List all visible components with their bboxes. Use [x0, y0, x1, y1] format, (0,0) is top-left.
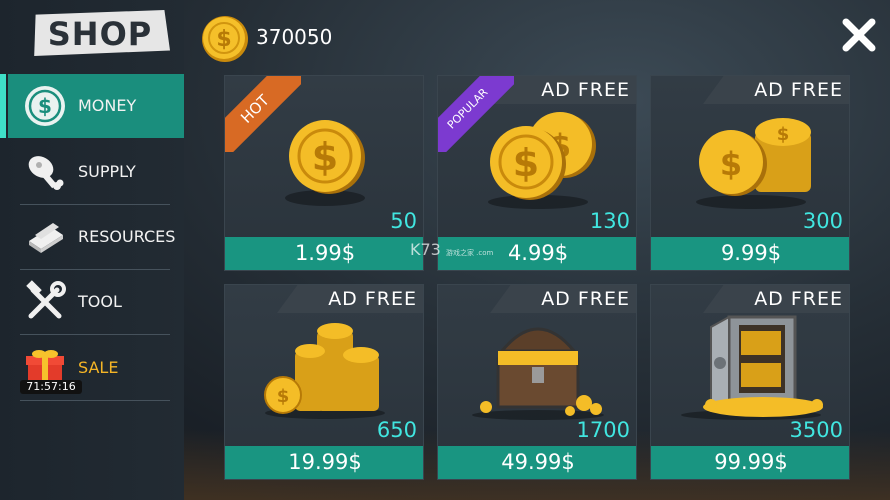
watermark-sub: 游戏之家 .com	[445, 249, 494, 257]
safe-with-gold-art	[681, 315, 823, 420]
coin-icon: $	[22, 84, 68, 128]
coin-amount: 1700	[576, 418, 630, 442]
two-coins-art: $ $	[488, 112, 596, 209]
nav-item-sale[interactable]: SALE 71:57:16	[8, 336, 184, 400]
shop-card-650[interactable]: AD FREE $ 650 19.99$	[224, 284, 424, 480]
buy-price-button[interactable]: 9.99$	[651, 237, 849, 270]
ad-free-badge: AD FREE	[277, 285, 423, 313]
nav-label-supply: SUPPLY	[78, 162, 136, 181]
shop-title: SHOP	[47, 15, 153, 53]
sale-timer: 71:57:16	[20, 380, 82, 394]
svg-text:$: $	[777, 124, 790, 145]
nav-label-sale: SALE	[78, 358, 119, 377]
nav-item-tool[interactable]: TOOL	[8, 270, 184, 334]
planks-icon	[22, 215, 68, 259]
buy-price-button[interactable]: 1.99$	[225, 237, 423, 270]
buy-price-button[interactable]: 99.99$	[651, 446, 849, 479]
shop-card-300[interactable]: AD FREE $ $ 300 9.99$	[650, 75, 850, 271]
shop-card-1700[interactable]: AD FREE 1700 49.99$	[437, 284, 637, 480]
nav-label-tool: TOOL	[78, 292, 122, 311]
nav-item-supply[interactable]: SUPPLY	[8, 140, 184, 204]
close-button[interactable]	[836, 12, 882, 58]
coin-amount: 300	[802, 209, 843, 233]
buy-price-button[interactable]: 19.99$	[225, 446, 423, 479]
ad-free-badge: AD FREE	[703, 76, 849, 104]
sidebar: SHOP $ MONEY SUPPLY RESOURCES TOOL SALE …	[0, 0, 184, 500]
meat-icon	[22, 150, 68, 194]
coin-amount: 650	[376, 418, 417, 442]
svg-text:$: $	[513, 141, 539, 185]
nav-item-money[interactable]: $ MONEY	[0, 74, 184, 138]
ad-free-badge: AD FREE	[490, 285, 636, 313]
nav-divider	[20, 334, 170, 335]
coin-amount: 130	[589, 209, 630, 233]
svg-text:$: $	[312, 135, 338, 179]
wrench-hammer-icon	[22, 280, 68, 324]
nav-item-resources[interactable]: RESOURCES	[8, 205, 184, 269]
buy-price-button[interactable]: 49.99$	[438, 446, 636, 479]
shop-card-3500[interactable]: AD FREE 3500 99.99$	[650, 284, 850, 480]
single-coin-art: $	[285, 120, 365, 206]
nav-label-resources: RESOURCES	[78, 227, 176, 246]
watermark: K73 游戏之家 .com	[410, 240, 493, 259]
watermark-main: K73	[410, 240, 441, 259]
coin-pile-art: $	[264, 323, 385, 419]
nav-label-money: MONEY	[78, 96, 137, 115]
svg-text:$: $	[720, 145, 742, 183]
treasure-chest-art	[472, 327, 604, 420]
nav-divider	[20, 400, 170, 401]
coin-amount: 50	[390, 209, 417, 233]
svg-text:$: $	[216, 27, 231, 52]
svg-text:$: $	[277, 386, 290, 407]
ad-free-badge: AD FREE	[703, 285, 849, 313]
svg-text:$: $	[38, 94, 52, 118]
close-icon	[842, 18, 876, 52]
shop-card-50[interactable]: HOT $ 50 1.99$	[224, 75, 424, 271]
coin-icon: $	[200, 14, 250, 64]
coin-balance: 370050	[256, 25, 333, 49]
coin-stacks-art: $ $	[696, 118, 811, 209]
coin-amount: 3500	[789, 418, 843, 442]
shop-title-plate: SHOP	[34, 10, 170, 56]
